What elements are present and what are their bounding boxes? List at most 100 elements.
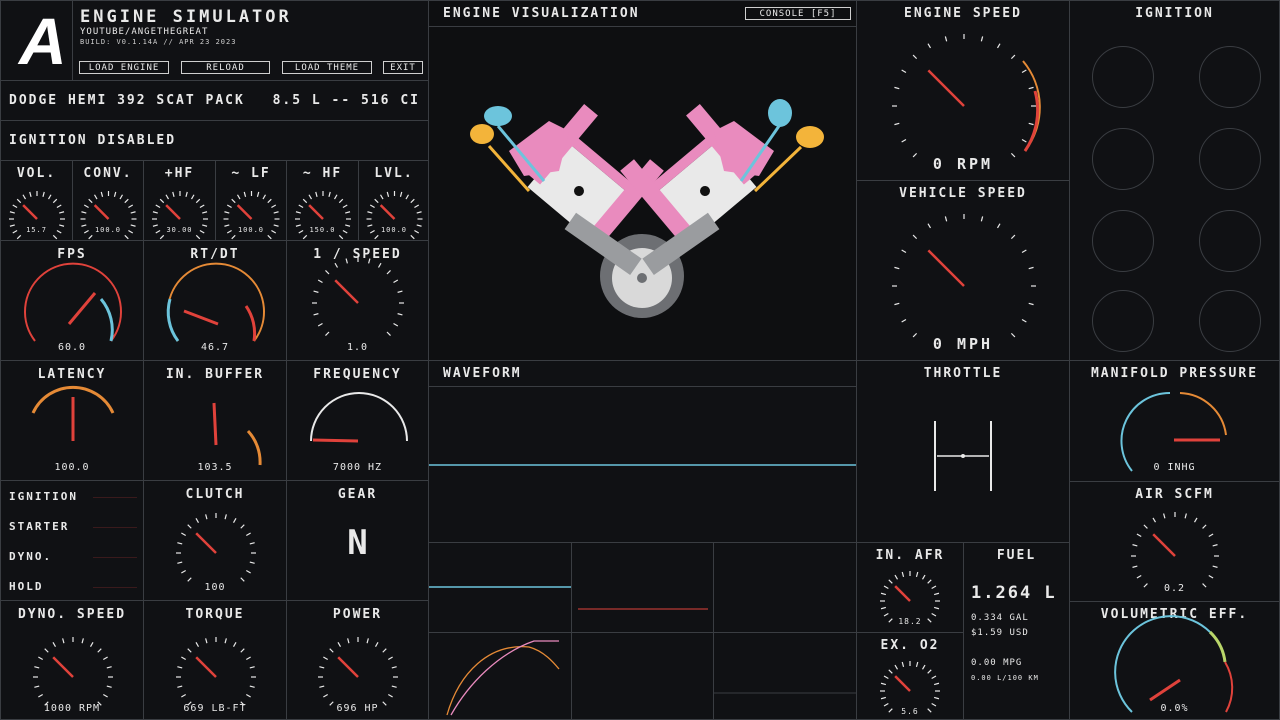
gauge-tick xyxy=(246,693,251,698)
gauge-tick xyxy=(901,318,907,323)
gauge-tick xyxy=(397,313,403,316)
engine-speed-value: 0 RPM xyxy=(932,155,994,173)
audio-gauge-panel[interactable]: ~ HF 150.0 xyxy=(286,160,359,241)
gauge-tick xyxy=(1028,122,1034,126)
gauge-tick xyxy=(246,569,251,574)
gauge-needle xyxy=(334,279,359,304)
gauge-tick xyxy=(915,661,919,668)
volumetric-eff-panel: VOLUMETRIC EFF. 0.0% xyxy=(1069,601,1280,720)
gauge-tick xyxy=(888,669,893,674)
audio-gauge-panel[interactable]: ~ LF 100.0 xyxy=(215,160,287,241)
gauge-tick xyxy=(1136,574,1142,579)
load-theme-button[interactable]: LOAD THEME xyxy=(282,61,372,74)
gauge-tick xyxy=(246,656,251,661)
gauge-tick xyxy=(224,514,227,520)
gauge-tick xyxy=(944,36,948,42)
gauge-tick xyxy=(52,234,58,240)
gauge-tick xyxy=(369,204,375,209)
gauge-tick xyxy=(996,223,1001,229)
fps-panel: FPS 60.0 xyxy=(0,240,144,361)
audio-gauge-panel[interactable]: LVL. 100.0 xyxy=(358,160,430,241)
scope-trace-1 xyxy=(429,586,571,588)
gauge-tick xyxy=(34,666,40,669)
gauge-tick xyxy=(416,211,422,214)
engine-speed-panel: ENGINE SPEED 0 RPM xyxy=(856,0,1070,181)
scope-panel-5 xyxy=(713,632,857,720)
gauge-tick xyxy=(880,696,887,700)
ignition-coil-indicator xyxy=(1199,290,1261,352)
gauge-tick xyxy=(944,216,948,222)
scope-panel-2 xyxy=(571,542,714,633)
volumetric-eff-value: 0.0% xyxy=(1160,703,1189,714)
gauge-tick xyxy=(267,198,272,204)
gauge-tick xyxy=(1010,234,1016,240)
gauge-tick xyxy=(256,191,260,197)
gauge-tick xyxy=(177,561,183,564)
audio-gauge-value: 30.00 xyxy=(166,226,193,234)
gauge-tick xyxy=(374,234,379,240)
gauge-tick xyxy=(367,211,373,214)
fuel-cost: $1.59 USD xyxy=(971,628,1029,638)
gauge-tick xyxy=(391,666,397,669)
gauge-tick xyxy=(16,234,22,240)
engine-diagram xyxy=(470,99,824,318)
gauge-tick xyxy=(1028,266,1034,270)
audio-gauge-panel[interactable]: CONV. 100.0 xyxy=(72,160,144,241)
gauge-tick xyxy=(240,524,245,529)
gauge-needle xyxy=(927,69,965,107)
rtdt-panel: RT/DT 46.7 xyxy=(143,240,287,361)
gauge-tick xyxy=(374,198,379,204)
in-buffer-value: 103.5 xyxy=(197,462,233,473)
gauge-tick xyxy=(232,642,237,647)
gauge-tick xyxy=(12,204,18,209)
gauge-tick xyxy=(414,204,420,209)
audio-gauge-panel[interactable]: +HF 30.00 xyxy=(143,160,216,241)
ignition-panel: IGNITION xyxy=(1069,0,1280,361)
gauge-tick xyxy=(328,191,331,197)
waveform-trace xyxy=(429,464,856,466)
gauge-tick xyxy=(405,194,410,200)
gauge-tick xyxy=(100,191,104,197)
gauge-tick xyxy=(124,234,129,240)
gauge-tick xyxy=(927,669,932,674)
gauge-needle xyxy=(195,656,217,678)
gauge-tick xyxy=(243,191,247,197)
ignition-coil-indicator xyxy=(1199,46,1261,108)
gauge-tick xyxy=(93,194,98,200)
gauge-needle xyxy=(1152,533,1176,557)
gauge-tick xyxy=(152,211,158,214)
engine-displacement: 8.5 L -- 516 CI xyxy=(272,93,420,108)
gauge-tick xyxy=(302,198,308,204)
gauge-tick xyxy=(205,514,208,520)
audio-gauge-panel[interactable]: VOL. 15.7 xyxy=(0,160,73,241)
gauge-tick xyxy=(181,532,186,537)
gauge-needle xyxy=(337,656,359,678)
gauge-tick xyxy=(103,656,108,661)
gauge-tick xyxy=(345,258,348,264)
exit-button[interactable]: EXIT xyxy=(383,61,423,74)
gauge-tick xyxy=(931,675,937,680)
audio-gauge-value: 15.7 xyxy=(26,226,47,234)
gauge-tick xyxy=(181,693,186,698)
indicator-hold-label: HOLD xyxy=(9,580,44,593)
gauge-tick xyxy=(29,191,32,197)
load-engine-button[interactable]: LOAD ENGINE xyxy=(79,61,169,74)
gauge-tick xyxy=(1021,318,1027,323)
app-logo: A xyxy=(1,1,73,80)
reload-button[interactable]: RELOAD xyxy=(181,61,270,74)
gauge-tick xyxy=(56,204,62,209)
gauge-tick xyxy=(915,571,919,578)
engine-name: DODGE HEMI 392 SCAT PACK xyxy=(9,93,245,108)
fuel-title: FUEL xyxy=(996,548,1037,563)
gauge-tick xyxy=(1152,517,1157,523)
gauge-tick xyxy=(980,216,984,222)
app-subtitle: YOUTUBE/ANGETHEGREAT xyxy=(80,27,209,37)
gauge-tick xyxy=(933,592,940,596)
scope-panel-4 xyxy=(571,632,714,720)
gauge-tick xyxy=(224,638,227,644)
gauge-tick xyxy=(317,322,323,327)
gauge-tick xyxy=(177,542,183,545)
gauge-tick xyxy=(199,204,205,209)
engine-visualization-panel: ENGINE VISUALIZATION CONSOLE [F5] xyxy=(428,0,857,361)
ex-o2-value: 5.6 xyxy=(901,707,919,716)
